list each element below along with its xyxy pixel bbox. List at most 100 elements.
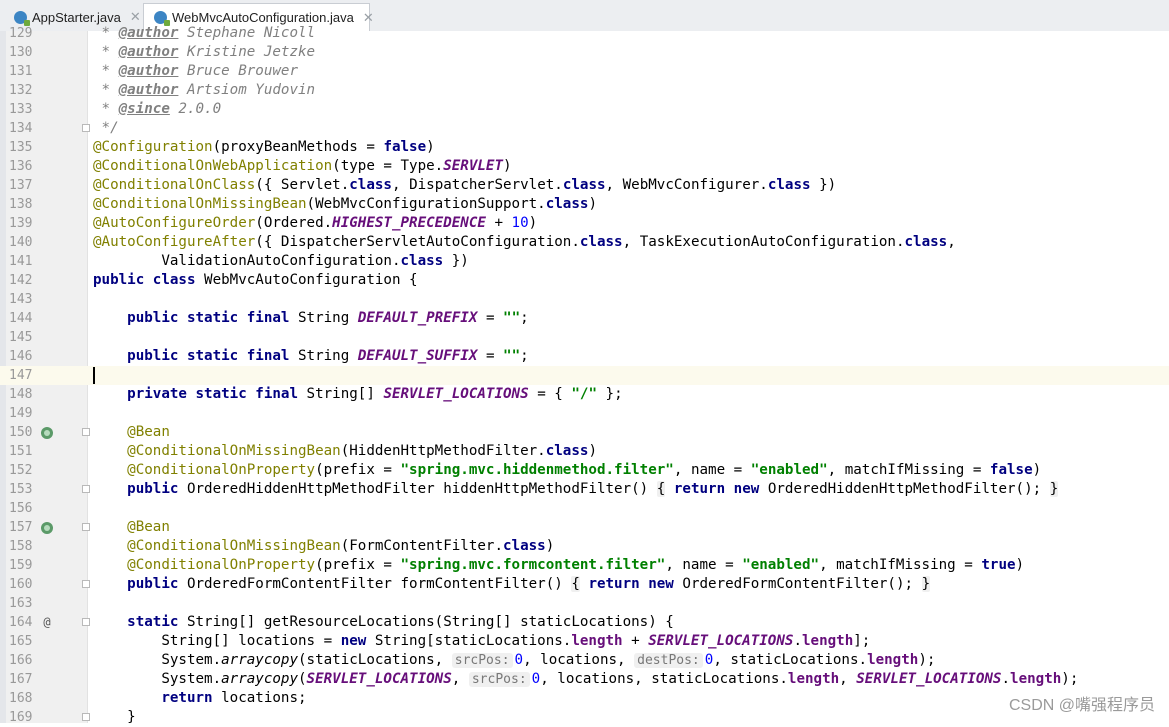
code-line[interactable]: 138 @ConditionalOnMissingBean(WebMvcConfi…	[0, 195, 1169, 214]
code-token: String[] locations =	[93, 633, 341, 649]
code-line[interactable]: 167 System.arraycopy(SERVLET_LOCATIONS, …	[0, 670, 1169, 689]
code-text: public OrderedFormContentFilter formCont…	[88, 575, 1169, 594]
code-line[interactable]: 131 * @author Bruce Brouwer	[0, 62, 1169, 81]
code-line[interactable]: 149	[0, 404, 1169, 423]
code-token: DEFAULT_SUFFIX	[357, 348, 478, 364]
code-token: +	[622, 633, 649, 649]
line-number: 132	[9, 83, 33, 98]
line-number: 139	[9, 216, 33, 231]
code-token: })	[443, 253, 469, 269]
code-token: SERVLET_LOCATIONS	[306, 671, 452, 687]
code-line[interactable]: 152 @ConditionalOnProperty(prefix = "spr…	[0, 461, 1169, 480]
code-token: class	[349, 177, 392, 193]
code-token: class	[545, 196, 589, 212]
code-line[interactable]: 132 * @author Artsiom Yudovin	[0, 81, 1169, 100]
code-line[interactable]: 136 @ConditionalOnWebApplication(type = T…	[0, 157, 1169, 176]
code-line[interactable]: 135 @Configuration(proxyBeanMethods = fal…	[0, 138, 1169, 157]
code-line[interactable]: 129 * @author Stephane Nicoll	[0, 24, 1169, 43]
code-text: @AutoConfigureAfter({ DispatcherServletA…	[88, 233, 1169, 252]
spring-bean-icon[interactable]	[40, 518, 54, 537]
code-token: = {	[528, 386, 572, 402]
close-icon[interactable]: ✕	[130, 9, 141, 25]
code-token: , staticLocations.	[713, 652, 868, 668]
code-token: private static final	[127, 386, 299, 402]
code-line[interactable]: 164 @ static String[] getResourceLocation…	[0, 613, 1169, 632]
code-token: Artsiom Yudovin	[178, 82, 316, 98]
code-line[interactable]: 169 }	[0, 708, 1169, 727]
code-token: new	[340, 633, 367, 649]
code-line[interactable]: 156	[0, 499, 1169, 518]
override-marker-icon[interactable]: @	[40, 613, 54, 632]
code-line[interactable]: 130 * @author Kristine Jetzke	[0, 43, 1169, 62]
code-line[interactable]: 141 ValidationAutoConfiguration.class })	[0, 252, 1169, 271]
line-number: 146	[9, 349, 33, 364]
line-number: 142	[9, 273, 33, 288]
line-number: 131	[9, 64, 33, 79]
code-line[interactable]: 137 @ConditionalOnClass({ Servlet.class, …	[0, 176, 1169, 195]
watermark: CSDN @嘴强程序员	[1008, 697, 1155, 714]
code-text: @ConditionalOnProperty(prefix = "spring.…	[88, 461, 1169, 480]
code-line[interactable]: 163	[0, 594, 1169, 613]
code-text: String[] locations = new String[staticLo…	[88, 632, 1169, 651]
code-token: length	[801, 633, 854, 649]
code-text: return locations;	[88, 689, 1169, 708]
code-token: "/"	[571, 386, 597, 402]
code-text: @Bean	[88, 518, 1169, 537]
code-line[interactable]: 150 @Bean	[0, 423, 1169, 442]
code-line[interactable]: 165 String[] locations = new String[stat…	[0, 632, 1169, 651]
code-line[interactable]: 140 @AutoConfigureAfter({ DispatcherServl…	[0, 233, 1169, 252]
code-line[interactable]: 159 @ConditionalOnProperty(prefix = "spr…	[0, 556, 1169, 575]
code-token: )	[545, 538, 555, 554]
code-token: @AutoConfigureAfter	[93, 234, 256, 250]
code-line[interactable]: 151 @ConditionalOnMissingBean(HiddenHttp…	[0, 442, 1169, 461]
line-number: 149	[9, 406, 33, 421]
code-token: 0	[531, 671, 541, 687]
code-line[interactable]: 153 public OrderedHiddenHttpMethodFilter…	[0, 480, 1169, 499]
code-line[interactable]: 160 public OrderedFormContentFilter form…	[0, 575, 1169, 594]
code-token: , locations, staticLocations.	[540, 671, 788, 687]
code-line[interactable]: 144 public static final String DEFAULT_P…	[0, 309, 1169, 328]
line-number: 160	[9, 577, 33, 592]
code-token: OrderedHiddenHttpMethodFilter hiddenHttp…	[178, 481, 657, 497]
code-line[interactable]: 148 private static final String[] SERVLE…	[0, 385, 1169, 404]
code-text: @Bean	[88, 423, 1169, 442]
line-number: 140	[9, 235, 33, 250]
java-class-icon	[14, 10, 30, 26]
code-token: Stephane Nicoll	[178, 25, 316, 41]
code-token: )	[528, 215, 538, 231]
code-line[interactable]: 145	[0, 328, 1169, 347]
code-token: Bruce Brouwer	[178, 63, 299, 79]
code-token: SERVLET_LOCATIONS	[383, 386, 529, 402]
code-token: @ConditionalOnProperty	[127, 462, 316, 478]
code-text: @ConditionalOnMissingBean(HiddenHttpMeth…	[88, 442, 1169, 461]
code-line[interactable]: 166 System.arraycopy(staticLocations, sr…	[0, 651, 1169, 670]
code-line[interactable]: 143	[0, 290, 1169, 309]
code-line[interactable]: 147	[0, 366, 1169, 385]
spring-bean-icon[interactable]	[40, 423, 54, 442]
code-token: (prefix =	[315, 557, 401, 573]
code-text: @ConditionalOnMissingBean(FormContentFil…	[88, 537, 1169, 556]
code-line[interactable]: 133 * @since 2.0.0	[0, 100, 1169, 119]
code-line[interactable]: 142 public class WebMvcAutoConfiguration …	[0, 271, 1169, 290]
code-text: public class WebMvcAutoConfiguration {	[88, 271, 1169, 290]
code-token: Kristine Jetzke	[178, 44, 316, 60]
code-line[interactable]: 157 @Bean	[0, 518, 1169, 537]
code-token: .	[1001, 671, 1011, 687]
line-number: 136	[9, 159, 33, 174]
code-line[interactable]: 139 @AutoConfigureOrder(Ordered.HIGHEST_P…	[0, 214, 1169, 233]
code-token: ;	[520, 310, 529, 326]
code-line[interactable]: 134 */	[0, 119, 1169, 138]
code-token: , TaskExecutionAutoConfiguration.	[622, 234, 905, 250]
line-number: 163	[9, 596, 33, 611]
tab-label: AppStarter.java	[32, 9, 121, 25]
code-token: }	[1049, 481, 1059, 497]
line-number: 135	[9, 140, 33, 155]
code-token: ];	[853, 633, 871, 649]
code-line[interactable]: 158 @ConditionalOnMissingBean(FormConten…	[0, 537, 1169, 556]
code-token: return new	[588, 576, 674, 592]
code-line[interactable]: 168 return locations;	[0, 689, 1169, 708]
code-line[interactable]: 146 public static final String DEFAULT_S…	[0, 347, 1169, 366]
